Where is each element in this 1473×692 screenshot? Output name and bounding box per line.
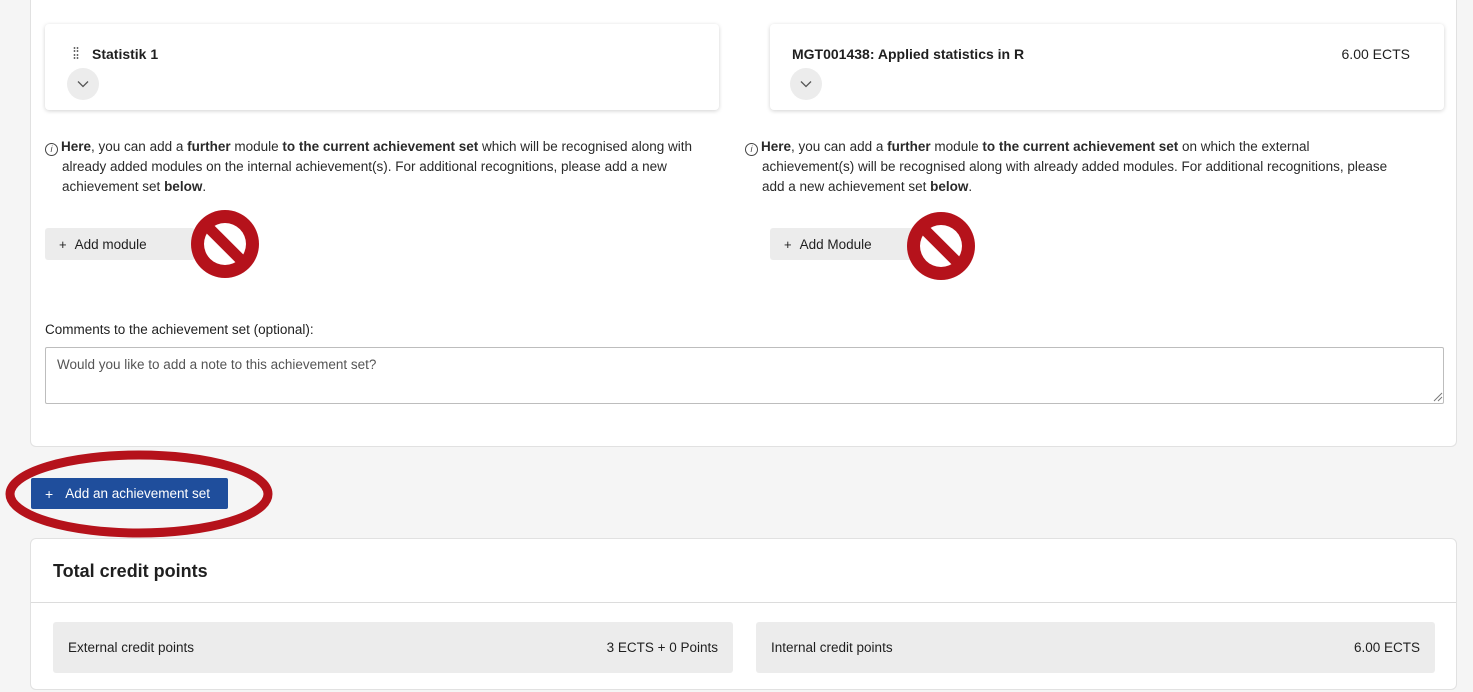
external-info-text: i Here, you can add a further module to t… <box>745 137 1445 197</box>
info-icon: i <box>45 143 58 156</box>
external-credit-points-value: 3 ECTS + 0 Points <box>606 640 718 655</box>
divider <box>31 602 1456 603</box>
achievement-set-panel: Statistik 1 MGT001438: Applied statistic… <box>30 0 1457 447</box>
info-icon: i <box>745 143 758 156</box>
external-module-ects: 6.00 ECTS <box>1341 46 1410 62</box>
internal-module-title: Statistik 1 <box>92 46 159 62</box>
internal-credit-points-box: Internal credit points 6.00 ECTS <box>756 622 1435 673</box>
internal-module-card: Statistik 1 <box>45 24 719 110</box>
chevron-down-icon <box>800 81 812 88</box>
external-module-title: MGT001438: Applied statistics in R <box>792 46 1025 62</box>
drag-handle-icon[interactable] <box>73 47 79 59</box>
comments-textarea[interactable] <box>45 347 1444 404</box>
internal-info-text: i Here, you can add a further module to t… <box>45 137 735 197</box>
plus-icon: + <box>59 236 67 252</box>
external-module-card: MGT001438: Applied statistics in R 6.00 … <box>770 24 1444 110</box>
internal-credit-points-value: 6.00 ECTS <box>1353 640 1420 655</box>
prohibited-icon <box>907 212 975 280</box>
total-credit-points-panel: Total credit points External credit poin… <box>30 538 1457 690</box>
total-credit-points-title: Total credit points <box>53 561 208 581</box>
plus-icon: + <box>784 236 792 252</box>
external-credit-points-label: External credit points <box>68 640 195 655</box>
add-internal-module-button[interactable]: + Add module <box>45 228 195 260</box>
resize-grip-icon[interactable] <box>1433 392 1443 402</box>
expand-internal-module-button[interactable] <box>67 68 99 100</box>
add-external-module-button[interactable]: + Add Module <box>770 228 920 260</box>
external-credit-points-box: External credit points 3 ECTS + 0 Points <box>53 622 733 673</box>
comments-label: Comments to the achievement set (optiona… <box>45 322 314 337</box>
prohibited-icon <box>191 210 259 278</box>
add-achievement-set-button[interactable]: + Add an achievement set <box>31 478 228 509</box>
plus-icon: + <box>45 485 54 502</box>
internal-credit-points-label: Internal credit points <box>771 640 893 655</box>
chevron-down-icon <box>77 81 89 88</box>
expand-external-module-button[interactable] <box>790 68 822 100</box>
